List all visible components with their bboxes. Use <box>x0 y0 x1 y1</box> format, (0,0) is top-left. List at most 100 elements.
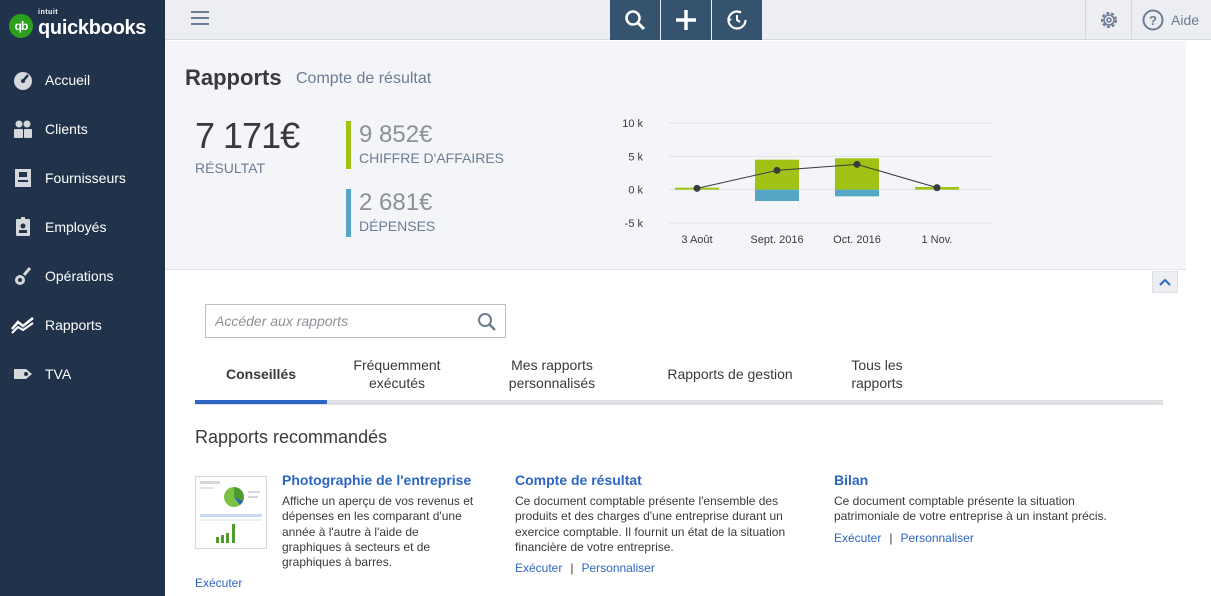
desc-line: graphiques à barres. <box>282 555 393 570</box>
recent-transactions-button[interactable] <box>712 0 762 40</box>
vat-icon <box>11 364 35 384</box>
search-icon[interactable] <box>477 312 497 332</box>
x-tick-label: 3 Août <box>681 234 712 246</box>
dashboard-icon <box>11 70 35 90</box>
tab-tous-les-rapports[interactable]: Tous les rapports <box>835 348 919 400</box>
desc-line: Ce document comptable présente l'ensembl… <box>515 494 779 508</box>
menu-icon[interactable] <box>191 11 209 25</box>
sidebar-item-label: Clients <box>45 120 88 137</box>
x-tick-label: Sept. 2016 <box>750 234 803 246</box>
y-tick-label: 10 k <box>622 118 643 130</box>
sidebar-item-accueil[interactable]: Accueil <box>0 55 165 104</box>
income-value: 9 852€ <box>359 121 433 148</box>
sidebar-item-fournisseurs[interactable]: Fournisseurs <box>0 153 165 202</box>
sidebar-item-label: Opérations <box>45 267 114 284</box>
sidebar-item-rapports[interactable]: Rapports <box>0 300 165 349</box>
report-search-input[interactable] <box>206 305 466 337</box>
help-button[interactable]: ? Aide <box>1131 0 1211 40</box>
right-gutter <box>1186 41 1211 596</box>
run-photographie-link[interactable]: Exécuter <box>195 576 242 590</box>
card-title-compte-de-resultat[interactable]: Compte de résultat <box>515 472 642 488</box>
tabs-divider <box>195 400 1163 405</box>
income-bar <box>755 159 799 190</box>
top-bar: ? Aide <box>165 0 1211 40</box>
card-desc-bilan: Ce document comptable présente la situat… <box>834 494 1107 525</box>
customize-bilan-link[interactable]: Personnaliser <box>900 531 973 545</box>
page-subtitle[interactable]: Compte de résultat <box>296 70 431 88</box>
help-icon: ? <box>1142 9 1164 31</box>
tab-label-line2: personnalisés <box>508 375 596 391</box>
card-title-photographie[interactable]: Photographie de l'entreprise <box>282 472 471 488</box>
sidebar-item-employes[interactable]: Employés <box>0 202 165 251</box>
net-income-point <box>693 184 701 192</box>
desc-line: graphiques à secteurs et de <box>282 539 431 554</box>
tab-label: Rapports de gestion <box>667 366 793 382</box>
desc-line: patrimoniale de votre entreprise à un in… <box>834 509 1107 524</box>
sidebar-item-tva[interactable]: TVA <box>0 349 165 398</box>
tab-conseilles[interactable]: Conseillés <box>195 348 327 400</box>
tab-label-line2: rapports <box>851 375 903 391</box>
tab-label: Conseillés <box>225 366 297 382</box>
collapse-summary-button[interactable] <box>1152 271 1178 293</box>
svg-text:?: ? <box>1149 13 1157 28</box>
sidebar-item-label: Fournisseurs <box>45 169 126 186</box>
card-desc-photographie: Affiche un aperçu de vos revenus et dépe… <box>282 494 473 570</box>
create-button[interactable] <box>661 0 711 40</box>
net-income-point <box>853 160 861 168</box>
card-links-bilan: Exécuter | Personnaliser <box>834 531 974 545</box>
employees-icon <box>11 216 35 237</box>
run-bilan-link[interactable]: Exécuter <box>834 531 881 545</box>
chevron-up-icon <box>1159 278 1171 286</box>
settings-button[interactable] <box>1085 0 1131 40</box>
report-search[interactable] <box>205 304 506 338</box>
income-kpi[interactable]: 9 852€ CHIFFRE D'AFFAIRES <box>346 121 504 169</box>
expense-kpi[interactable]: 2 681€ DÉPENSES <box>346 189 435 237</box>
card-desc-compte-de-resultat: Ce document comptable présente l'ensembl… <box>515 494 785 555</box>
expense-bar <box>755 189 799 201</box>
quick-actions <box>610 0 763 40</box>
report-thumbnail[interactable] <box>195 476 267 549</box>
link-separator: | <box>889 531 893 545</box>
sidebar-item-label: Rapports <box>45 316 102 333</box>
run-compte-de-resultat-link[interactable]: Exécuter <box>515 561 562 575</box>
tab-frequemment-executes[interactable]: Fréquemment exécutés <box>345 348 449 400</box>
logo-wordmark: intuit quickbooks <box>38 9 146 40</box>
report-summary: Rapports Compte de résultat 7 171€ RÉSUL… <box>165 41 1186 270</box>
reports-icon <box>11 315 35 335</box>
clients-icon <box>11 119 35 139</box>
page-title: Rapports <box>185 65 282 90</box>
expense-bar <box>835 189 879 197</box>
card-title-bilan[interactable]: Bilan <box>834 472 868 488</box>
sidebar-item-clients[interactable]: Clients <box>0 104 165 153</box>
desc-line: produits et des charges d'une entreprise… <box>515 509 783 524</box>
expense-value: 2 681€ <box>359 189 433 216</box>
top-right-actions: ? Aide <box>1085 0 1211 40</box>
tab-label-line1: Tous les <box>851 357 903 373</box>
net-income-amount: 7 171€ <box>195 115 300 156</box>
quickbooks-logo[interactable]: qb intuit quickbooks <box>9 9 146 42</box>
y-tick-label: -5 k <box>625 218 644 230</box>
help-label: Aide <box>1171 12 1200 28</box>
search-button[interactable] <box>610 0 660 40</box>
logo-brand: intuit <box>38 9 59 16</box>
qb-logo-icon: qb <box>9 14 33 38</box>
income-chart: 10 k 5 k 0 k -5 k 3 Août Sept. 2016 Oct. 2016 1… <box>622 118 993 246</box>
card-links-compte-de-resultat: Exécuter | Personnaliser <box>515 561 655 575</box>
sidebar-item-operations[interactable]: Opérations <box>0 251 165 300</box>
search-icon <box>625 10 646 31</box>
tab-mes-rapports-personnalises[interactable]: Mes rapports personnalisés <box>495 348 609 400</box>
history-icon <box>727 10 747 30</box>
report-preview-icon <box>200 481 262 543</box>
sidebar-item-label: TVA <box>45 365 72 382</box>
sidebar: qb intuit quickbooks Accueil Clients Fou… <box>0 0 165 596</box>
customize-compte-de-resultat-link[interactable]: Personnaliser <box>581 561 654 575</box>
plus-icon <box>676 10 696 30</box>
net-income-line <box>696 163 938 189</box>
tab-rapports-de-gestion[interactable]: Rapports de gestion <box>655 348 805 400</box>
net-income-point <box>933 184 941 192</box>
desc-line: année à l'autre à l'aide de <box>282 524 419 539</box>
x-tick-label: Oct. 2016 <box>833 234 881 246</box>
expense-label: DÉPENSES <box>359 218 436 234</box>
tab-label-line2: exécutés <box>368 375 426 391</box>
active-tab-indicator <box>195 400 327 404</box>
